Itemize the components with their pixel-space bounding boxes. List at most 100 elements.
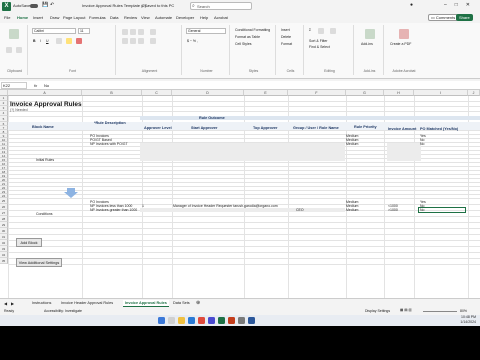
pdf-icon[interactable] <box>399 29 409 39</box>
number-format-select[interactable]: General <box>186 28 226 34</box>
avatar[interactable]: ● <box>410 2 413 8</box>
rule-description[interactable]: NP Invoices greater than 1000 <box>90 208 137 212</box>
font-size-select[interactable]: 11 <box>78 28 90 34</box>
cell-styles-button[interactable]: Cell Styles <box>235 42 252 46</box>
create-pdf-button[interactable]: Create a PDF <box>390 42 411 46</box>
align-top-icon[interactable] <box>122 29 128 35</box>
share-button[interactable]: Share <box>456 14 473 21</box>
approver-level[interactable]: 1 <box>142 204 144 208</box>
rule-priority[interactable]: Medium <box>346 142 358 146</box>
sort-filter-icon[interactable] <box>318 28 324 34</box>
find-select-icon[interactable] <box>330 28 336 34</box>
delete-cells-button[interactable]: Delete <box>281 35 291 39</box>
tab-invoice-header-approval-rules[interactable]: Invoice Header Approval Rules <box>61 300 113 307</box>
header-group-user-role: Group / User / Role Name <box>293 126 339 130</box>
add-sheet-icon[interactable]: ⊕ <box>196 300 200 307</box>
chrome-icon[interactable] <box>198 317 205 324</box>
addins-button[interactable]: Add-ins <box>361 42 373 46</box>
po-matched-value[interactable]: No <box>420 142 424 146</box>
align-middle-icon[interactable] <box>130 29 136 35</box>
autosum-icon[interactable]: Σ <box>309 28 311 32</box>
view-normal-icon[interactable]: ▦ ▤ ▥ <box>400 308 412 312</box>
word-icon[interactable] <box>248 317 255 324</box>
insert-cells-button[interactable]: Insert <box>281 28 290 32</box>
menu-insert[interactable]: Insert <box>33 15 43 20</box>
tab-nav-left-icon[interactable]: ◀ <box>4 300 7 307</box>
font-color-icon[interactable] <box>76 38 82 44</box>
align-right-icon[interactable] <box>138 38 144 44</box>
rule-priority[interactable]: Medium <box>346 208 358 212</box>
undo-icon[interactable]: ↶ <box>50 2 54 8</box>
maximize-icon[interactable]: □ <box>455 2 466 8</box>
font-name-select[interactable]: Calibri <box>32 28 76 34</box>
minimize-icon[interactable]: – <box>444 2 455 8</box>
copy-icon[interactable] <box>16 47 22 53</box>
bold-icon[interactable]: B <box>33 39 36 43</box>
fill-color-icon[interactable] <box>66 38 72 44</box>
menu-developer[interactable]: Developer <box>176 15 194 20</box>
autosave-toggle[interactable] <box>30 4 38 8</box>
zoom-level[interactable]: 80% <box>460 309 467 313</box>
add-block-button[interactable]: Add Block <box>16 238 42 247</box>
rule-description[interactable]: NP Invoices with PO/GT <box>90 142 128 146</box>
fx-icon[interactable]: fx <box>34 82 37 89</box>
paste-icon[interactable] <box>9 29 19 39</box>
merge-center-icon[interactable] <box>150 38 156 44</box>
row-header[interactable]: 35 <box>0 258 8 264</box>
save-icon[interactable]: 💾 <box>42 2 48 8</box>
menu-acrobat[interactable]: Acrobat <box>214 15 228 20</box>
start-approver[interactable]: Manager of Invoice Header Requester taru… <box>173 204 278 208</box>
format-cells-button[interactable]: Format <box>281 42 292 46</box>
menu-formulas[interactable]: Formulas <box>89 15 106 20</box>
menu-review[interactable]: Review <box>124 15 137 20</box>
search-input[interactable]: ⌕ Search <box>190 2 252 10</box>
menu-home[interactable]: Home <box>17 15 28 20</box>
sort-filter-button[interactable]: Sort & Filter <box>309 39 327 43</box>
align-bottom-icon[interactable] <box>138 29 144 35</box>
menu-automate[interactable]: Automate <box>155 15 172 20</box>
file-explorer-icon[interactable] <box>178 317 185 324</box>
display-settings[interactable]: Display Settings <box>365 309 390 313</box>
invoice-amount[interactable]: >1000 <box>388 208 398 212</box>
menu-draw[interactable]: Draw <box>50 15 59 20</box>
worksheet[interactable]: ABCDEFGHIJ 1 2 3 4 5 6 7 8 9 10 11 12 13 14 15 16 17 18 19… <box>0 90 480 298</box>
settings-icon[interactable] <box>238 317 245 324</box>
formula-input[interactable]: No <box>44 82 49 89</box>
group-user-role[interactable]: CEO <box>296 208 304 212</box>
menu-data[interactable]: Data <box>110 15 118 20</box>
name-box[interactable]: K22 <box>1 82 27 89</box>
currency-icon[interactable]: $ ~ % , <box>187 39 198 43</box>
start-icon[interactable] <box>158 317 165 324</box>
tab-instructions[interactable]: Instructions <box>32 300 51 307</box>
zoom-slider[interactable] <box>423 311 457 312</box>
powerpoint-icon[interactable] <box>228 317 235 324</box>
cut-icon[interactable] <box>6 47 12 53</box>
search-taskbar-icon[interactable] <box>168 317 175 324</box>
wrap-text-icon[interactable] <box>150 29 156 35</box>
border-icon[interactable] <box>56 38 62 44</box>
menu-file[interactable]: File <box>4 15 10 20</box>
accessibility-status[interactable]: Accessibility: Investigate <box>44 309 82 313</box>
tab-data-sets[interactable]: Data Sets <box>173 300 190 307</box>
excel-taskbar-icon[interactable] <box>218 317 225 324</box>
format-as-table-button[interactable]: Format as Table <box>235 35 260 39</box>
menu-help[interactable]: Help <box>200 15 208 20</box>
comments-button[interactable]: ▭ Comments <box>428 14 459 21</box>
teams-icon[interactable] <box>208 317 215 324</box>
tab-nav-right-icon[interactable]: ▶ <box>11 300 14 307</box>
tab-invoice-approval-rules[interactable]: Invoice Approval Rules <box>123 300 169 307</box>
align-center-icon[interactable] <box>130 38 136 44</box>
view-additional-settings-button[interactable]: View Additional Settings <box>16 258 62 267</box>
menu-page-layout[interactable]: Page Layout <box>63 15 85 20</box>
addins-icon[interactable] <box>365 29 375 39</box>
conditional-formatting-button[interactable]: Conditional Formatting <box>235 28 270 32</box>
align-left-icon[interactable] <box>122 38 128 44</box>
close-icon[interactable]: ✕ <box>466 2 478 8</box>
edge-icon[interactable] <box>188 317 195 324</box>
italic-icon[interactable]: I <box>40 39 41 43</box>
active-cell[interactable] <box>418 207 466 213</box>
system-clock[interactable]: 10:48 PM 1/14/2024 <box>460 315 476 325</box>
menu-view[interactable]: View <box>141 15 150 20</box>
find-select-button[interactable]: Find & Select <box>309 45 330 49</box>
underline-icon[interactable]: U <box>46 39 49 43</box>
